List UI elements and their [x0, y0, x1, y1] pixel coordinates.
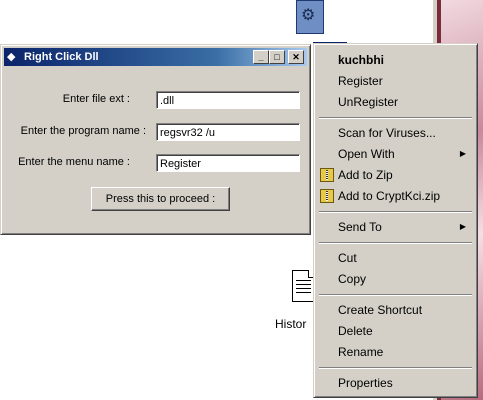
menu-separator	[319, 294, 472, 296]
menu-item-open-with[interactable]: Open With ▶	[317, 144, 474, 164]
app-icon: ◆	[7, 51, 16, 63]
menu-separator	[319, 117, 472, 119]
menu-item-add-to-cryptkci-zip[interactable]: Add to CryptKci.zip	[317, 186, 474, 206]
menu-separator	[319, 211, 472, 213]
menu-item-create-shortcut[interactable]: Create Shortcut	[317, 300, 474, 320]
window-title: Right Click Dll	[24, 51, 99, 63]
submenu-arrow-icon: ▶	[459, 222, 466, 231]
menu-item-scan-for-viruses[interactable]: Scan for Viruses...	[317, 123, 474, 143]
menu-item-properties[interactable]: Properties	[317, 373, 474, 393]
menu-item-add-to-zip[interactable]: Add to Zip	[317, 165, 474, 185]
winzip-icon	[320, 168, 334, 182]
file-ext-label: Enter file ext :	[62, 93, 130, 105]
menu-item-send-to[interactable]: Send To ▶	[317, 217, 474, 237]
title-bar[interactable]: ◆ Right Click Dll _ □ ✕	[4, 48, 307, 66]
gear-icon: ⚙	[301, 7, 316, 24]
menu-item-cut[interactable]: Cut	[317, 248, 474, 268]
submenu-arrow-icon: ▶	[459, 149, 466, 158]
menu-item-copy[interactable]: Copy	[317, 269, 474, 289]
file-ext-input[interactable]	[156, 91, 300, 109]
menu-item-rename[interactable]: Rename	[317, 342, 474, 362]
winzip-icon	[320, 189, 334, 203]
minimize-button[interactable]: _	[253, 50, 269, 64]
menu-name-label: Enter the menu name :	[18, 156, 130, 168]
menu-item-register[interactable]: Register	[317, 71, 474, 91]
menu-name-input[interactable]	[156, 154, 300, 172]
menu-separator	[319, 242, 472, 244]
program-name-label: Enter the program name :	[20, 125, 146, 137]
right-click-dll-dialog: ◆ Right Click Dll _ □ ✕ Enter file ext :…	[0, 44, 311, 235]
dll-file-icon[interactable]: ⚙	[294, 0, 324, 34]
proceed-button[interactable]: Press this to proceed :	[91, 187, 230, 211]
menu-item-kuchbhi[interactable]: kuchbhi	[317, 50, 474, 70]
context-menu: kuchbhi Register UnRegister Scan for Vir…	[313, 43, 478, 398]
program-name-input[interactable]	[156, 123, 300, 141]
menu-item-unregister[interactable]: UnRegister	[317, 92, 474, 112]
history-icon-label[interactable]: Histor	[275, 317, 306, 331]
menu-item-delete[interactable]: Delete	[317, 321, 474, 341]
close-button[interactable]: ✕	[288, 50, 304, 64]
maximize-button[interactable]: □	[269, 50, 285, 64]
menu-separator	[319, 367, 472, 369]
